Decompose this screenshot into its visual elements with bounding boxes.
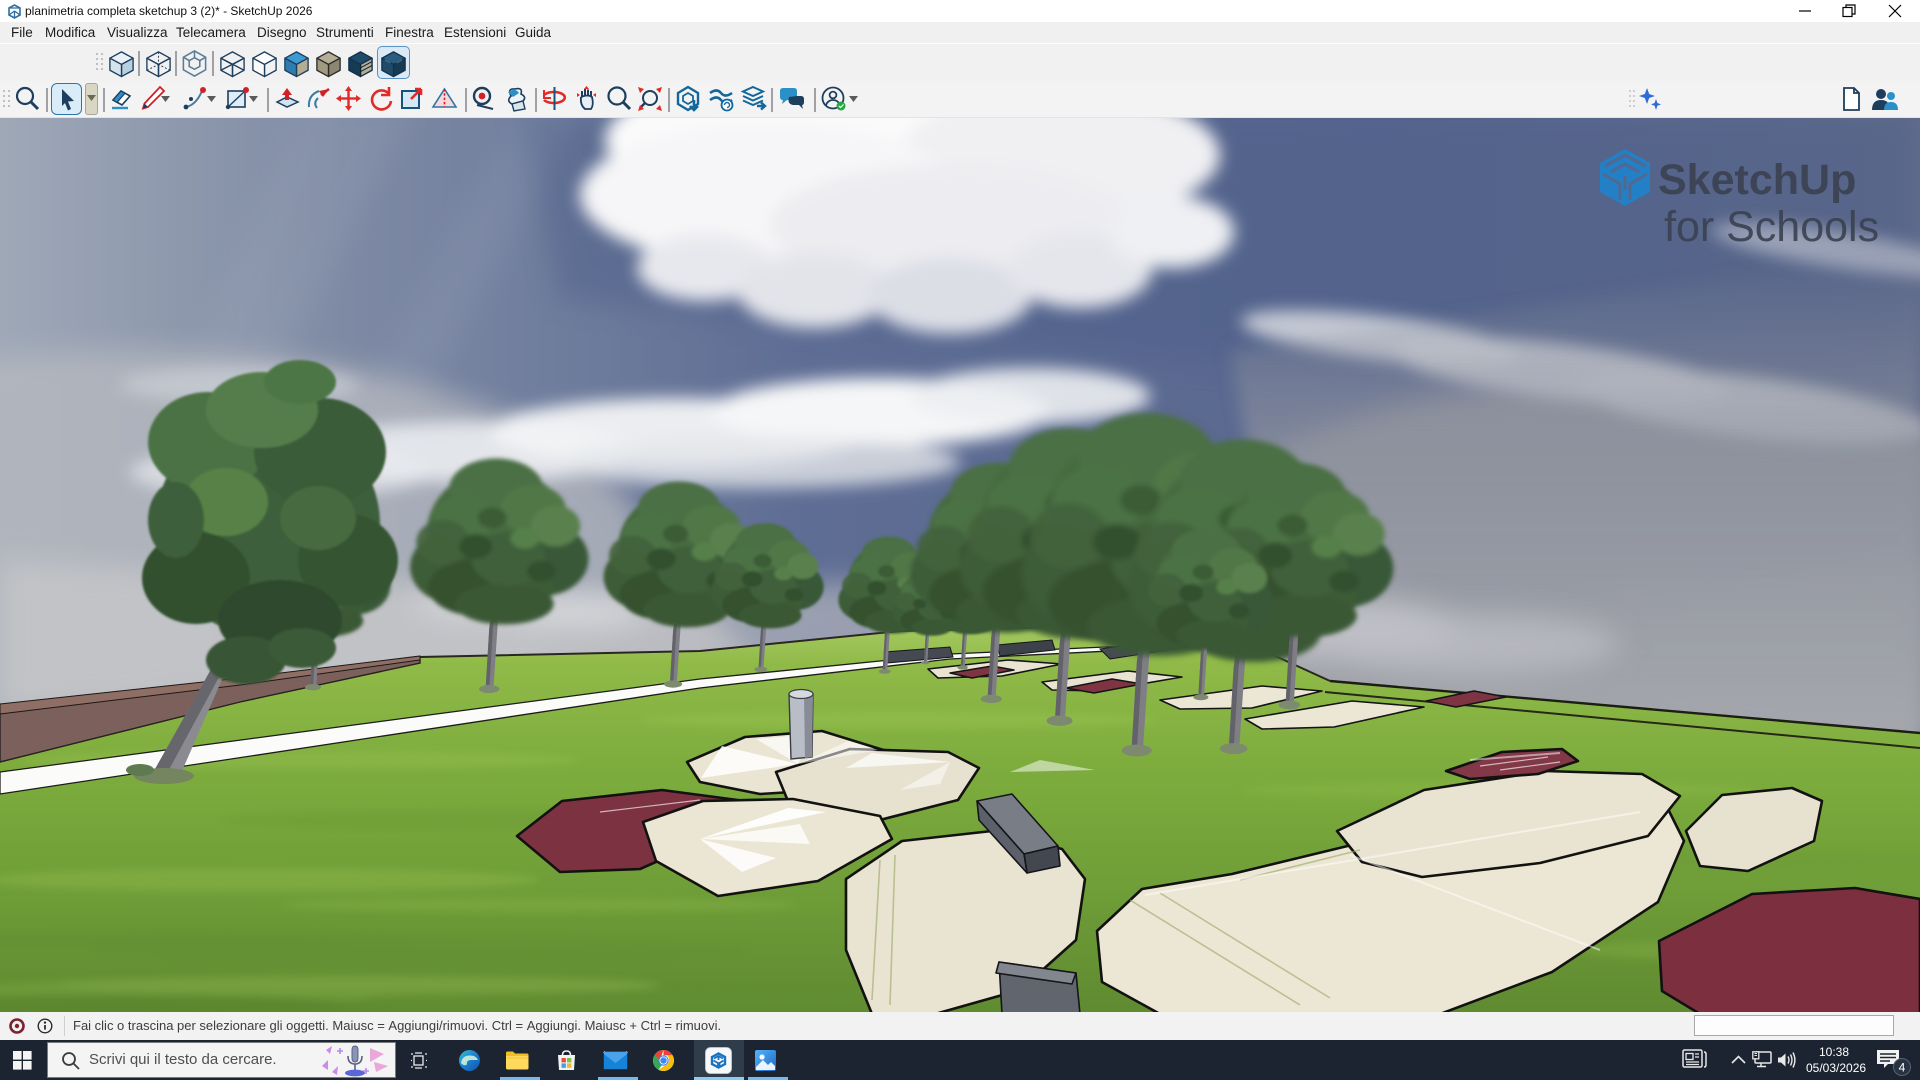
- svg-text:4: 4: [1899, 1061, 1906, 1075]
- svg-text:for Schools: for Schools: [1664, 203, 1879, 251]
- svg-text:SketchUp: SketchUp: [1658, 156, 1856, 204]
